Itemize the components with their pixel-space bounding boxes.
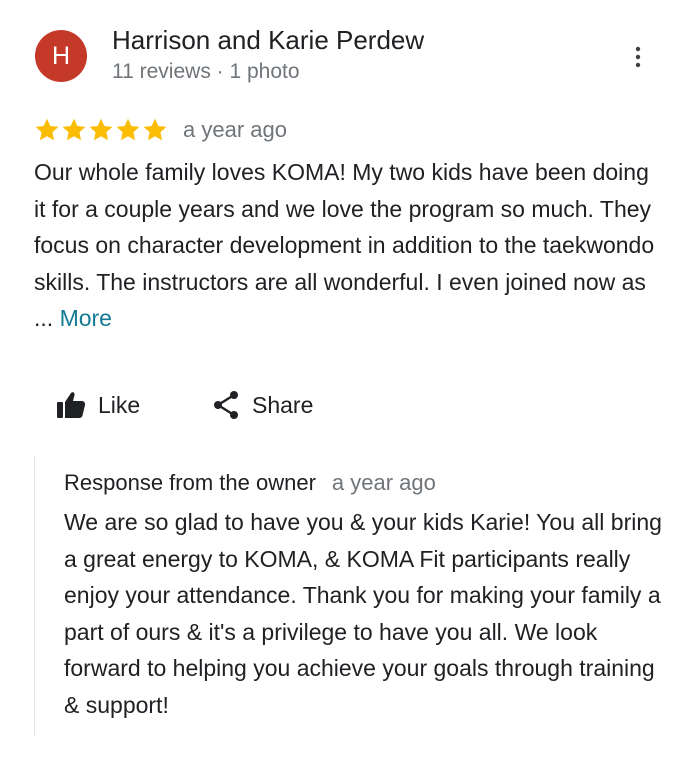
thumb-up-icon [57,392,86,418]
avatar-initial: H [51,41,71,70]
share-button[interactable]: Share [212,385,313,425]
response-header: Response from the owner a year ago [64,470,436,496]
review-body: Our whole family loves KOMA! My two kids… [34,159,655,331]
more-link[interactable]: More [60,305,112,331]
share-label: Share [252,391,314,418]
star-icon [143,118,167,141]
response-time: a year ago [331,470,436,495]
more-vert-icon [635,46,641,68]
like-button[interactable]: Like [56,385,140,425]
review-time: a year ago [183,117,287,142]
more-options-button[interactable] [623,42,653,72]
response-text: We are so glad to have you & your kids K… [64,509,662,718]
like-label: Like [98,391,141,418]
owner-response: Response from the owner a year ago We ar… [34,455,675,735]
star-icon [35,118,59,141]
rating-row: a year ago [34,114,287,146]
star-icon [89,118,113,141]
reviewer-name[interactable]: Harrison and Karie Perdew [112,23,424,57]
star-icon [62,118,86,141]
reviewer-meta: 11 reviews · 1 photo [112,60,300,83]
star-icon [116,118,140,141]
star-rating [34,117,168,143]
response-title: Response from the owner [64,470,316,495]
avatar[interactable]: H [35,30,87,82]
share-icon [214,391,238,419]
review-text: Our whole family loves KOMA! My two kids… [34,154,659,337]
